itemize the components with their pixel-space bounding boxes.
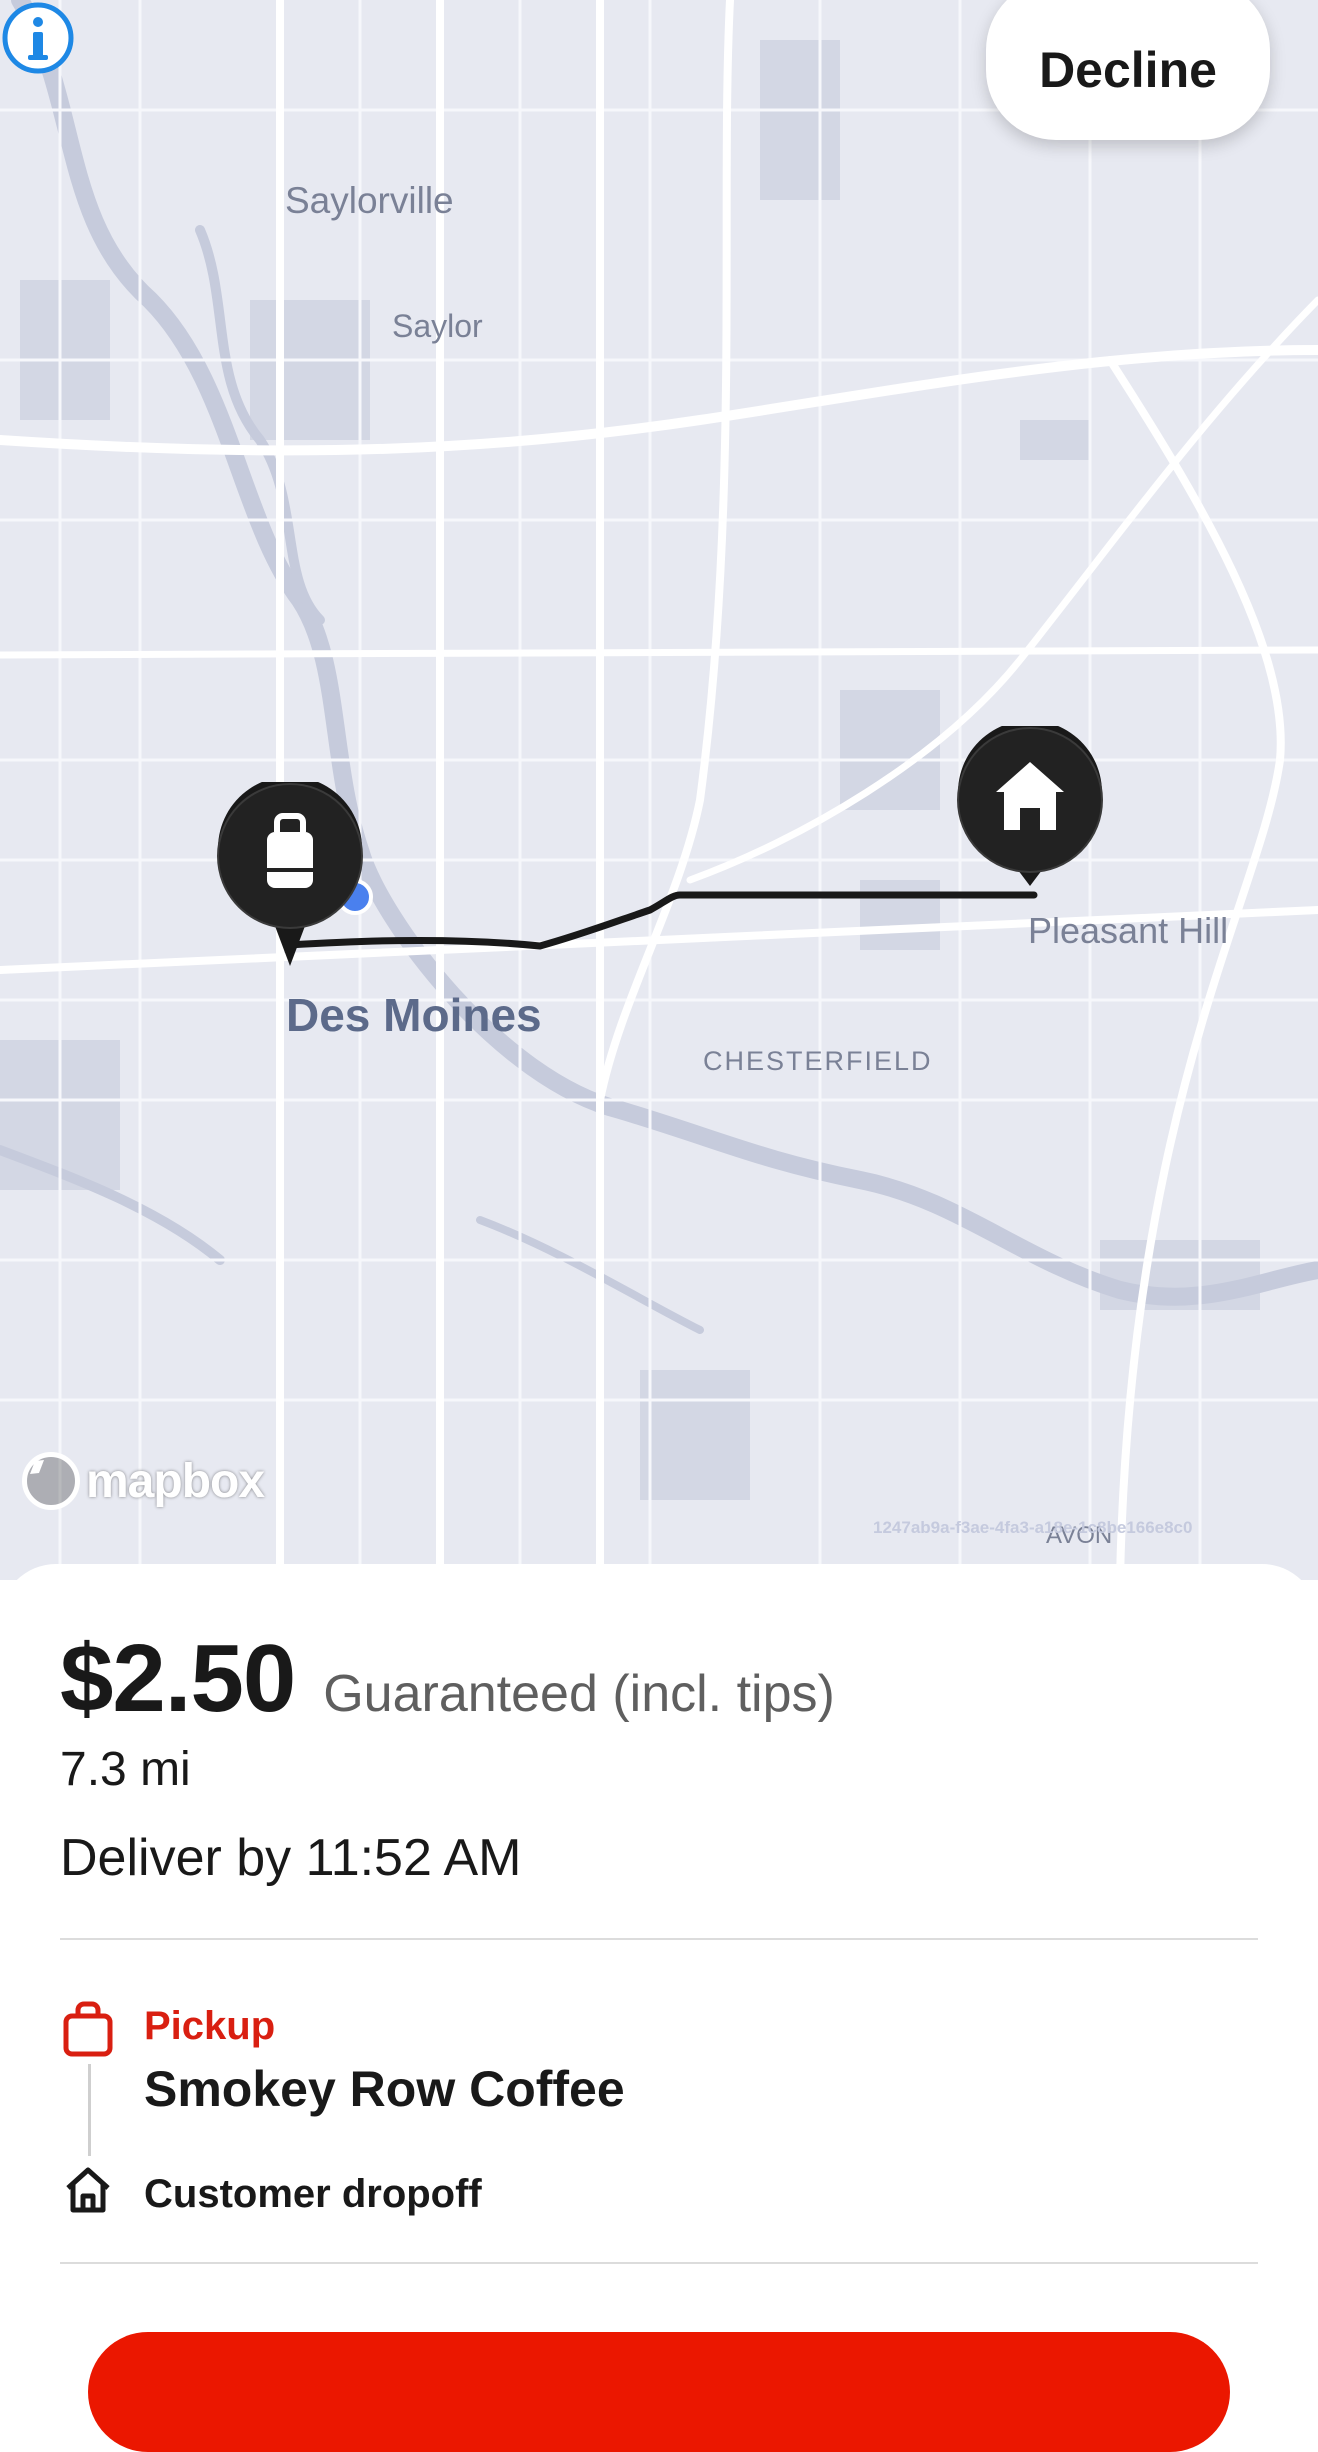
price-row: $2.50 Guaranteed (incl. tips) [60,1624,835,1734]
map-canvas [0,0,1318,1580]
offer-price: $2.50 [60,1625,296,1732]
mapbox-logo-text: mapbox [86,1454,265,1508]
map-attribution-id: 1247ab9a-f3ae-4fa3-a18e-1c8be166e8c0 [873,1518,1193,1537]
map-label-saylor: Saylor [392,308,483,344]
divider [60,1938,1258,1940]
accept-button[interactable] [88,2332,1230,2452]
offer-sheet: $2.50 Guaranteed (incl. tips) 7.3 mi Del… [0,1564,1318,2452]
price-note: Guaranteed (incl. tips) [323,1665,835,1723]
map-label-saylorville: Saylorville [285,180,454,221]
decline-button[interactable]: Decline [986,0,1270,140]
map-label-pleasant-hill: Pleasant Hill [1028,910,1229,951]
stop-connector [88,2064,91,2156]
map-label-chesterfield: CHESTERFIELD [703,1046,933,1076]
dropoff-home-icon [66,2167,110,2213]
pickup-bag-icon [63,2001,113,2057]
map-view[interactable]: Saylorville Saylor Des Moines CHESTERFIE… [0,0,1318,1580]
mapbox-logo[interactable]: mapbox [22,1452,265,1510]
offer-distance: 7.3 mi [60,1743,191,1796]
deliver-by-time: Deliver by 11:52 AM [60,1829,522,1887]
pickup-name: Smokey Row Coffee [144,2061,625,2117]
map-label-des-moines: Des Moines [286,989,542,1041]
pickup-label: Pickup [144,2004,276,2048]
info-icon[interactable] [0,0,76,76]
divider [60,2262,1258,2264]
dropoff-label: Customer dropoff [144,2172,482,2216]
mapbox-compass-icon [22,1452,80,1510]
